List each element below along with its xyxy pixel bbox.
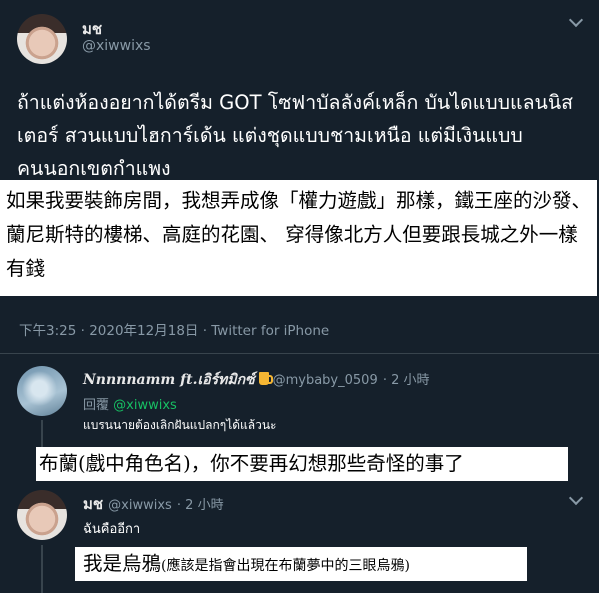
reply-author-name[interactable]: มช xyxy=(83,495,103,513)
divider xyxy=(0,353,599,354)
reply-author-name[interactable]: Nnnnnamm ft.เอิร์ทมิกซ์ xyxy=(83,372,255,388)
beer-mug-emoji xyxy=(258,372,273,385)
reply-to-line: 回覆 @xiwwixs xyxy=(83,394,177,413)
reply-translation-overlay: 布蘭(戲中角色名)，你不要再幻想那些奇怪的事了 xyxy=(36,447,568,481)
translation-main: 我是烏鴉 xyxy=(83,552,162,575)
chevron-down-icon[interactable] xyxy=(568,490,584,506)
reply-author-handle[interactable]: @mybaby_0509 xyxy=(273,373,378,388)
reply-text: แบรนนายต้องเลิกฝันแปลกๆได้แล้วนะ xyxy=(83,418,277,432)
reply-translation-overlay: 我是烏鴉(應該是指會出現在布蘭夢中的三眼烏鴉) xyxy=(75,547,527,581)
reply-header: มช @xiwwixs · 2 小時 xyxy=(83,492,224,516)
reply-time[interactable]: · 2 小時 xyxy=(383,373,430,388)
translation-overlay: 如果我要裝飾房間，我想弄成像「權力遊戲」那樣，鐵王座的沙發、蘭尼斯特的樓梯、高庭… xyxy=(0,180,597,296)
reply-time[interactable]: · 2 小時 xyxy=(177,498,224,513)
reply-header: Nnnnnamm ft.เอิร์ทมิกซ์ @mybaby_0509 · 2 … xyxy=(83,369,429,391)
reply-avatar[interactable] xyxy=(17,490,67,540)
reply-author-handle[interactable]: @xiwwixs xyxy=(108,498,172,513)
reply-avatar[interactable] xyxy=(17,366,67,416)
author-avatar[interactable] xyxy=(17,14,67,64)
reply-to-handle[interactable]: @xiwwixs xyxy=(113,398,177,413)
thread-line xyxy=(41,545,43,593)
tweet-text: ถ้าแต่งห้องอยากได้ตรีม GOT โซฟาบัลลังค์เ… xyxy=(17,91,574,180)
tweet-meta[interactable]: 下午3:25 · 2020年12月18日 · Twitter for iPhon… xyxy=(19,319,329,339)
author-handle[interactable]: @xiwwixs xyxy=(82,38,151,54)
reply-text: ฉันคืออีกา xyxy=(83,522,141,537)
translation-note: (應該是指會出現在布蘭夢中的三眼烏鴉) xyxy=(161,558,410,574)
chevron-down-icon[interactable] xyxy=(568,12,584,28)
reply-to-label: 回覆 xyxy=(83,398,110,413)
